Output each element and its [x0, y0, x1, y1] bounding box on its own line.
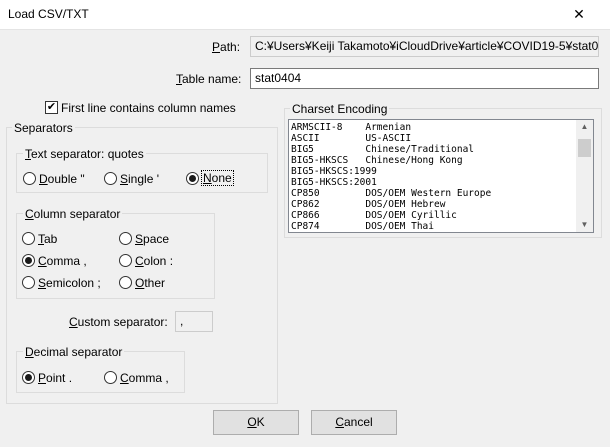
list-item[interactable]: ARMSCII-8 Armenian — [289, 122, 576, 133]
radio-other[interactable] — [119, 276, 132, 289]
decimal-separator-group-label: Decimal separator — [23, 345, 125, 359]
list-item[interactable]: BIG5 Chinese/Traditional — [289, 144, 576, 155]
ok-button[interactable]: OK — [213, 410, 299, 435]
table-name-label: Table name: — [176, 72, 242, 86]
radio-space[interactable] — [119, 232, 132, 245]
list-item[interactable]: BIG5-HKSCS:2001 — [289, 177, 576, 188]
list-item[interactable]: CP850 DOS/OEM Western Europe — [289, 188, 576, 199]
list-item[interactable]: BIG5-HKSCS Chinese/Hong Kong — [289, 155, 576, 166]
comma-label: Comma , — [38, 254, 87, 268]
tab-label: Tab — [38, 232, 58, 246]
radio-point[interactable] — [22, 371, 35, 384]
first-line-checkbox[interactable]: ✔ — [45, 101, 58, 114]
list-item[interactable]: ASCII US-ASCII — [289, 133, 576, 144]
space-label: Space — [135, 232, 170, 246]
list-item[interactable]: CP866 DOS/OEM Cyrillic — [289, 210, 576, 221]
list-item[interactable]: BIG5-HKSCS:1999 — [289, 166, 576, 177]
list-item[interactable]: CP862 DOS/OEM Hebrew — [289, 199, 576, 210]
radio-decimal-comma[interactable] — [104, 371, 117, 384]
double-quote-label: Double " — [39, 172, 85, 186]
radio-none[interactable] — [186, 172, 199, 185]
cancel-button[interactable]: Cancel — [311, 410, 397, 435]
column-separator-group-label: Column separator — [23, 207, 123, 221]
colon-label: Colon : — [135, 254, 174, 268]
scroll-thumb[interactable] — [578, 139, 591, 157]
custom-separator-input[interactable]: , — [175, 311, 213, 332]
radio-colon[interactable] — [119, 254, 132, 267]
path-field[interactable]: C:¥Users¥Keiji Takamoto¥iCloudDrive¥arti… — [250, 36, 599, 57]
charset-list: ARMSCII-8 Armenian ASCII US-ASCII BIG5 C… — [289, 122, 576, 232]
text-separator-group-label: Text separator: quotes — [23, 147, 146, 161]
path-label: Path: — [212, 40, 241, 54]
list-item[interactable]: CP874 DOS/OEM Thai — [289, 221, 576, 232]
first-line-label: First line contains column names — [61, 101, 236, 115]
scroll-up-icon[interactable]: ▲ — [576, 120, 593, 134]
title-bar: Load CSV/TXT ✕ — [0, 0, 610, 30]
charset-scrollbar[interactable]: ▲ ▼ — [576, 120, 593, 232]
decimal-comma-label: Comma , — [120, 371, 169, 385]
radio-comma[interactable] — [22, 254, 35, 267]
radio-double-quote[interactable] — [23, 172, 36, 185]
radio-tab[interactable] — [22, 232, 35, 245]
none-label: None — [201, 170, 234, 186]
scroll-down-icon[interactable]: ▼ — [576, 218, 593, 232]
point-label: Point . — [38, 371, 73, 385]
charset-listbox[interactable]: ARMSCII-8 Armenian ASCII US-ASCII BIG5 C… — [288, 119, 594, 233]
radio-semicolon[interactable] — [22, 276, 35, 289]
other-label: Other — [135, 276, 166, 290]
semicolon-label: Semicolon ; — [38, 276, 101, 290]
radio-single-quote[interactable] — [104, 172, 117, 185]
separators-group-label: Separators — [12, 121, 75, 135]
single-quote-label: Single ' — [120, 172, 159, 186]
custom-separator-label: Custom separator: — [69, 315, 168, 329]
window-title: Load CSV/TXT — [8, 7, 89, 21]
table-name-input[interactable]: stat0404 — [250, 68, 599, 89]
close-icon[interactable]: ✕ — [556, 2, 602, 26]
charset-group-label: Charset Encoding — [290, 102, 390, 116]
